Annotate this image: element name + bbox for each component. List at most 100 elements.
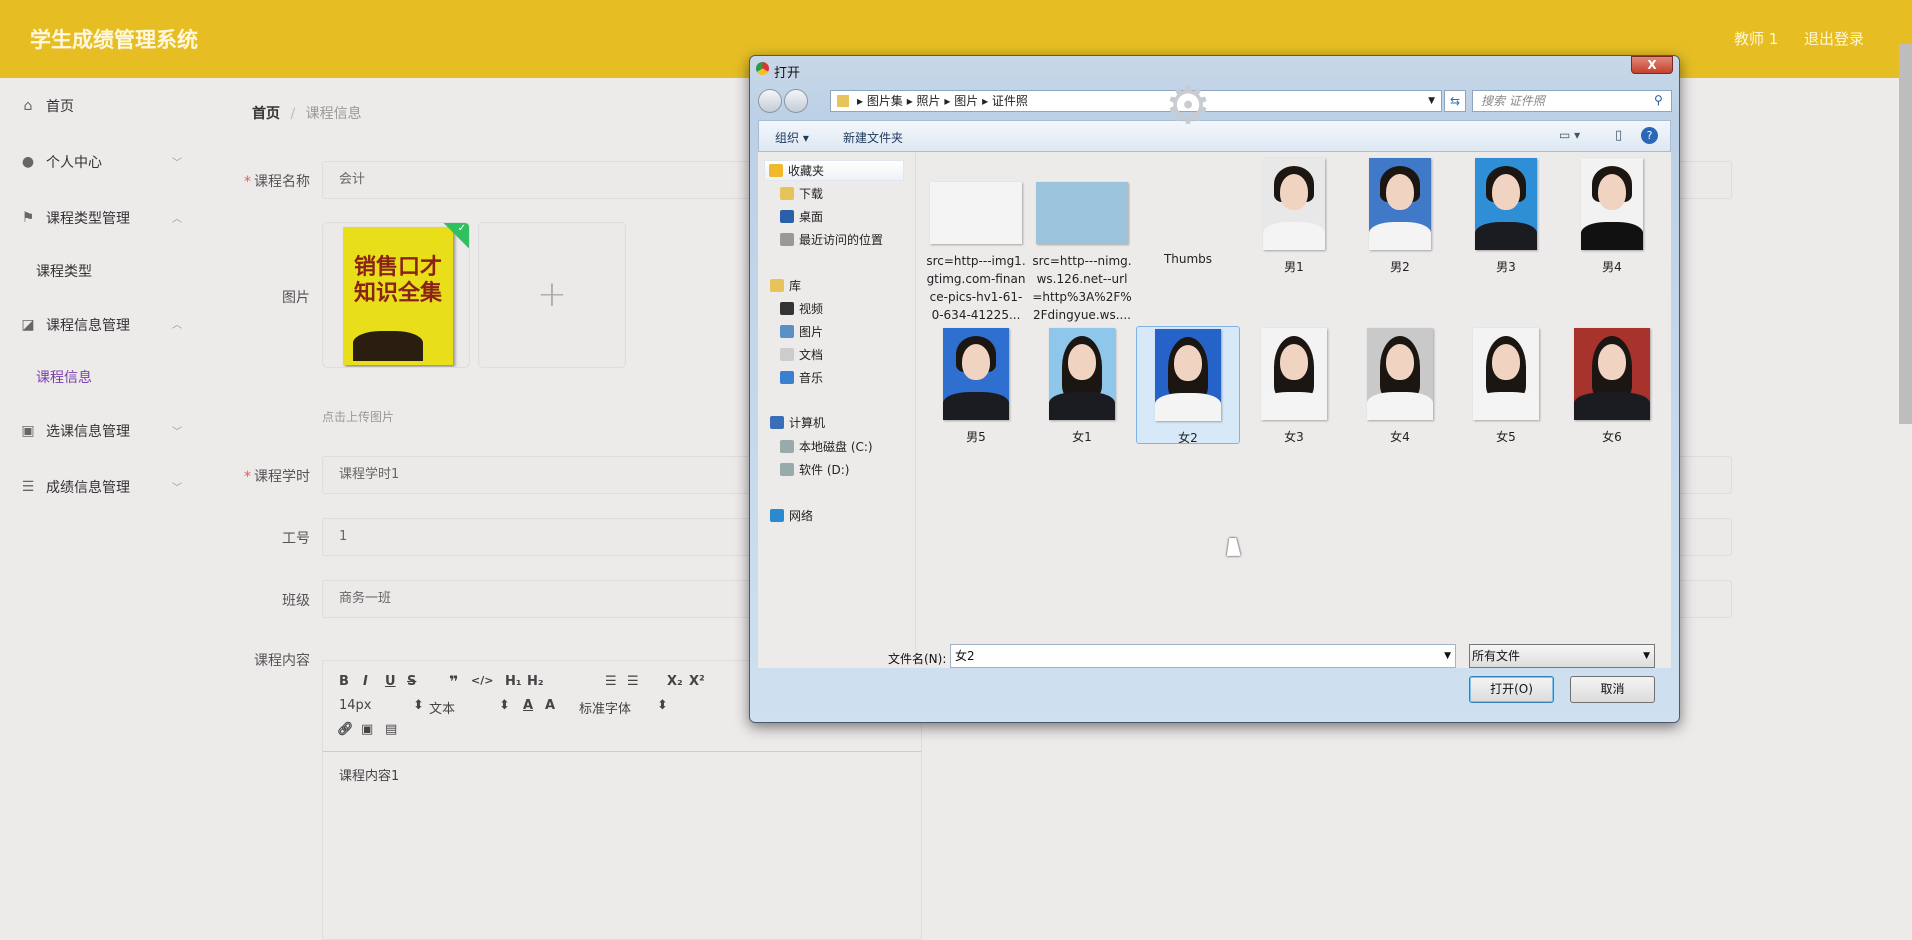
path-segment[interactable]: 证件照 — [992, 94, 1028, 108]
file-thumbnail — [1155, 329, 1221, 421]
file-item[interactable]: 男1 — [1242, 156, 1346, 316]
file-item[interactable]: 男5 — [924, 326, 1028, 444]
file-name: 女3 — [1284, 430, 1304, 444]
file-item[interactable]: 男3 — [1454, 156, 1558, 316]
path-segment[interactable]: 图片集 — [867, 94, 903, 108]
file-item[interactable]: ⚙ Thumbs — [1136, 76, 1240, 316]
italic-icon[interactable]: I — [363, 674, 368, 689]
close-button[interactable]: X — [1631, 56, 1673, 74]
nav-item[interactable]: 网络 — [770, 507, 813, 524]
nav-item[interactable]: 本地磁盘 (C:) — [780, 438, 873, 455]
chevron-down-icon: ﹀ — [172, 158, 182, 169]
nav-item[interactable]: 库 — [770, 277, 801, 294]
heading1-icon[interactable]: H₁ — [505, 674, 522, 689]
file-item[interactable]: 男4 — [1560, 156, 1664, 316]
code-icon[interactable]: </> — [471, 674, 493, 687]
video-icon[interactable]: ▤ — [385, 722, 397, 737]
chevron-down-icon: ﹀ — [172, 427, 182, 438]
sidebar-item-profile[interactable]: ● 个人中心 — [20, 152, 102, 172]
file-item[interactable]: src=http---img1.gtimg.com-finance-pics-h… — [924, 156, 1028, 322]
file-type-select[interactable]: 所有文件 ▼ — [1469, 644, 1655, 668]
course-name-label: * 课程名称 — [244, 174, 310, 190]
background-color-icon[interactable]: A — [545, 698, 555, 713]
file-thumbnail — [930, 182, 1022, 244]
dropdown-arrow-icon: ▼ — [1643, 651, 1650, 661]
breadcrumb-home[interactable]: 首页 — [252, 106, 280, 122]
user-name[interactable]: 教师 1 — [1734, 28, 1778, 49]
refresh-button[interactable]: ⇆ — [1444, 90, 1466, 112]
image-icon[interactable]: ▣ — [361, 722, 373, 737]
filename-input[interactable]: 女2 ▼ — [950, 644, 1456, 668]
back-button[interactable] — [758, 89, 782, 113]
sidebar-item-grade-mgmt[interactable]: ☰ 成绩信息管理 — [20, 477, 130, 497]
path-segment[interactable]: 照片 — [917, 94, 941, 108]
path-segment[interactable]: 图片 — [954, 94, 978, 108]
add-image-button[interactable]: + — [478, 222, 626, 368]
nav-item[interactable]: 最近访问的位置 — [780, 231, 883, 248]
ordered-list-icon[interactable]: ☰ — [605, 674, 617, 689]
path-separator: ▸ — [906, 94, 917, 108]
font-family-select[interactable]: 标准字体 — [579, 698, 631, 717]
nav-item[interactable]: 计算机 — [770, 414, 825, 431]
bold-icon[interactable]: B — [339, 674, 349, 689]
file-item[interactable]: 女2 — [1136, 326, 1240, 445]
heading2-icon[interactable]: H₂ — [527, 674, 544, 689]
sidebar-item-course-type-mgmt[interactable]: ⚑ 课程类型管理 — [20, 208, 130, 228]
computer-icon — [770, 416, 784, 429]
file-item[interactable]: 男2 — [1348, 156, 1452, 316]
nav-item[interactable]: 图片 — [780, 323, 823, 340]
file-item[interactable]: 女3 — [1242, 326, 1346, 444]
home-icon: ⌂ — [23, 98, 33, 114]
nav-item[interactable]: 软件 (D:) — [780, 461, 849, 478]
logout-link[interactable]: 退出登录 — [1804, 28, 1864, 49]
app-title: 学生成绩管理系统 — [30, 28, 198, 52]
sidebar-item-home[interactable]: ⌂ 首页 — [20, 96, 74, 116]
sidebar-subitem-course-type[interactable]: 课程类型 — [36, 261, 92, 281]
file-open-dialog: 打开 X ▸ 图片集 ▸ 照片 ▸ 图片 ▸ 证件照 ▼ ⇆ 搜索 证件照 ⚲ … — [749, 55, 1680, 723]
new-folder-button[interactable]: 新建文件夹 — [843, 129, 903, 146]
open-button[interactable]: 打开(O) — [1469, 676, 1554, 703]
nav-item[interactable]: 视频 — [780, 300, 823, 317]
filename-value: 女2 — [955, 649, 975, 663]
search-input[interactable]: 搜索 证件照 — [1472, 90, 1672, 112]
nav-item[interactable]: 下载 — [780, 185, 823, 202]
font-color-icon[interactable]: A — [523, 698, 533, 713]
strikethrough-icon[interactable]: S — [407, 674, 416, 689]
view-options-icon[interactable]: ▭ ▾ — [1559, 128, 1580, 142]
file-item[interactable]: 女5 — [1454, 326, 1558, 444]
file-name: 女4 — [1390, 430, 1410, 444]
nav-item[interactable]: 桌面 — [780, 208, 823, 225]
superscript-icon[interactable]: X² — [689, 674, 705, 689]
editor-content[interactable]: 课程内容1 — [339, 765, 399, 784]
sidebar-item-course-info-mgmt[interactable]: ◪ 课程信息管理 — [20, 315, 130, 335]
sidebar-item-enrollment-mgmt[interactable]: ▣ 选课信息管理 — [20, 421, 130, 441]
file-item[interactable]: 女1 — [1030, 326, 1134, 444]
cancel-button[interactable]: 取消 — [1570, 676, 1655, 703]
bullet-list-icon[interactable]: ☰ — [627, 674, 639, 689]
book-cover-image: 销售口才知识全集 — [343, 227, 453, 365]
underline-icon[interactable]: U — [385, 674, 396, 689]
dropdown-arrow-icon[interactable]: ▼ — [1428, 91, 1435, 111]
subscript-icon[interactable]: X₂ — [667, 674, 683, 689]
dropdown-arrow-icon[interactable]: ▼ — [1444, 645, 1451, 667]
class-label: 班级 — [282, 593, 310, 609]
font-size-select[interactable]: 14px — [339, 698, 372, 713]
file-item[interactable]: src=http---nimg.ws.126.net--url=http%3A%… — [1030, 156, 1134, 322]
file-item[interactable]: 女4 — [1348, 326, 1452, 444]
quote-icon[interactable]: ❞ — [449, 672, 458, 691]
nav-item[interactable]: 收藏夹 — [764, 160, 904, 181]
page-scrollbar[interactable] — [1899, 44, 1912, 424]
dialog-title: 打开 — [774, 66, 801, 81]
help-icon[interactable]: ? — [1641, 127, 1658, 144]
block-format-select[interactable]: 文本 — [429, 698, 455, 717]
uploaded-image[interactable]: 销售口才知识全集 ✓ — [322, 222, 470, 368]
organize-button[interactable]: 组织 ▾ — [775, 129, 809, 146]
sidebar-subitem-course-info[interactable]: 课程信息 — [36, 367, 92, 387]
nav-item[interactable]: 文档 — [780, 346, 823, 363]
link-icon[interactable]: 🔗︎ — [337, 722, 354, 737]
forward-button[interactable] — [784, 89, 808, 113]
preview-pane-icon[interactable]: ▯ — [1615, 128, 1622, 143]
file-name: 男1 — [1284, 260, 1304, 274]
file-item[interactable]: 女6 — [1560, 326, 1664, 444]
nav-item[interactable]: 音乐 — [780, 369, 823, 386]
